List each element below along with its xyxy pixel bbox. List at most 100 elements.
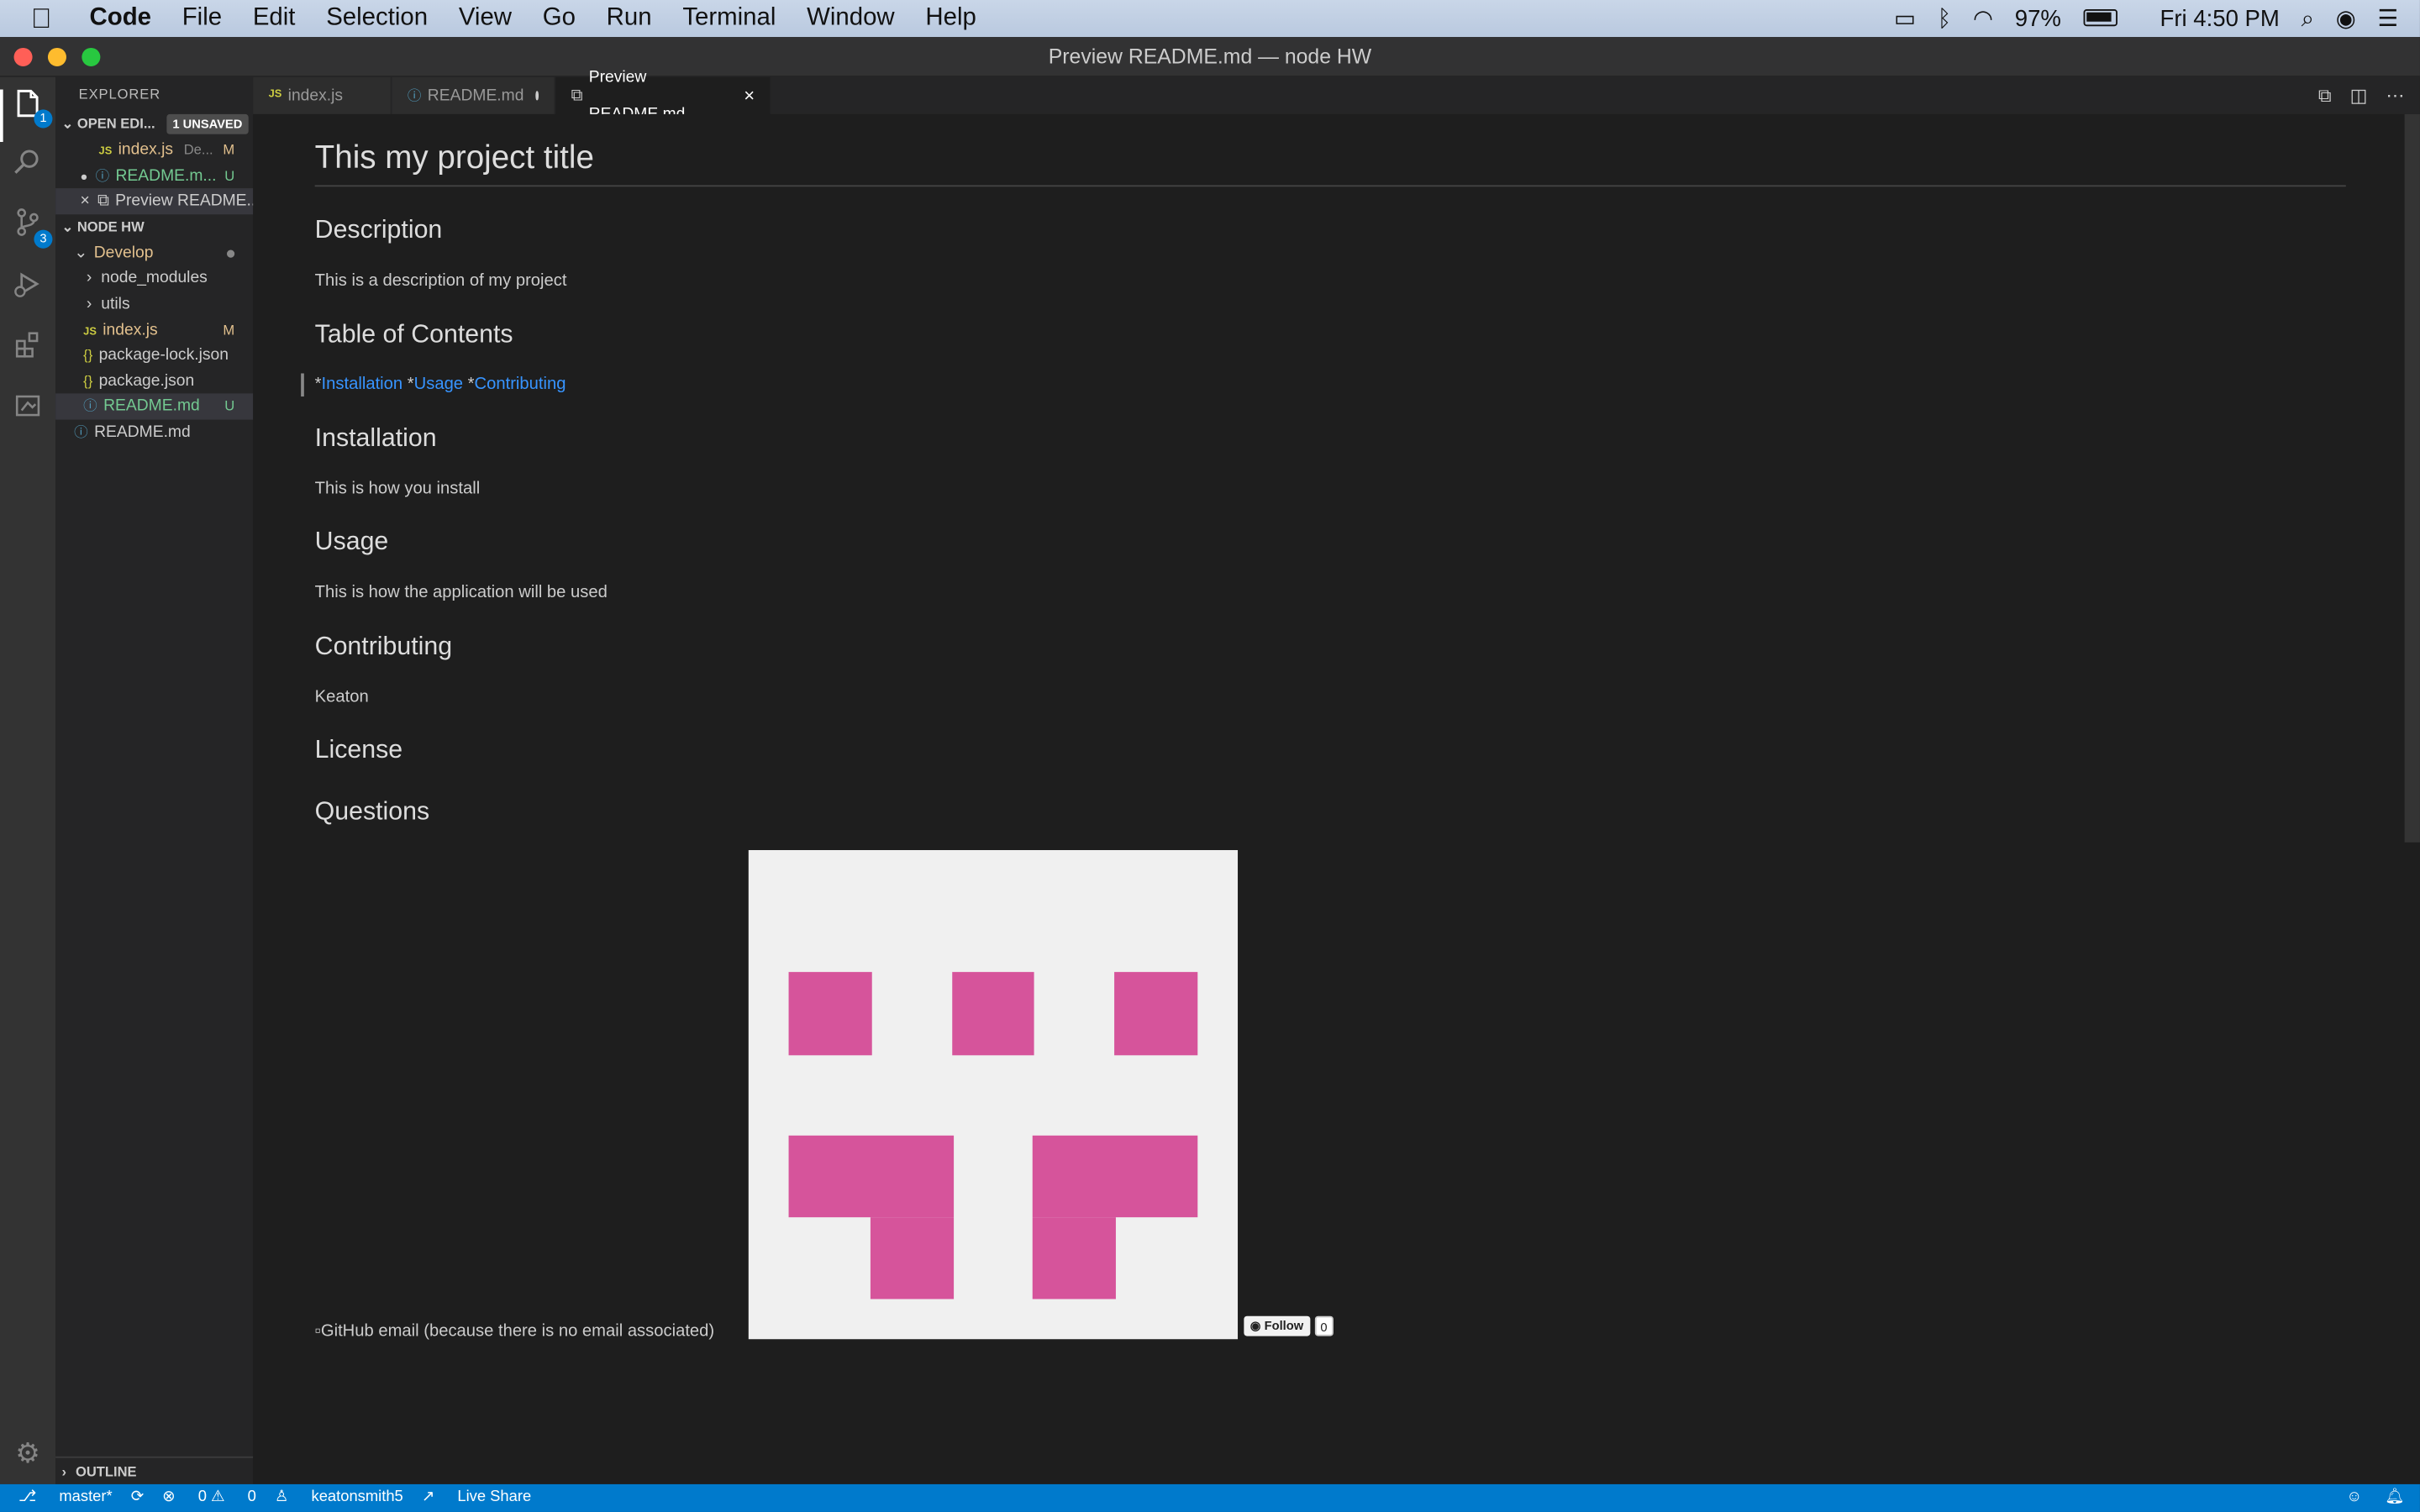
explorer-icon[interactable]: 1 [9, 87, 53, 129]
info-file-icon: ⓘ [407, 87, 422, 104]
menu-terminal[interactable]: Terminal [682, 5, 776, 33]
unsaved-badge: 1 UNSAVED [166, 113, 249, 134]
chevron-down-icon: ⌄ [61, 115, 74, 132]
siri-icon[interactable]: ◉ [2336, 5, 2356, 32]
preview-icon: ⧉ [97, 192, 109, 211]
installation-text: This is how you install [314, 480, 481, 499]
tab-preview-readme[interactable]: ⧉Preview README.md × [555, 68, 772, 123]
tab-index-js[interactable]: JS index.js [253, 76, 392, 114]
notification-center-icon[interactable]: ☰ [2378, 5, 2399, 32]
menu-view[interactable]: View [459, 5, 512, 33]
menu-selection[interactable]: Selection [326, 5, 428, 33]
menu-edit[interactable]: Edit [253, 5, 296, 33]
json-file-icon: {} [83, 373, 93, 389]
menu-help[interactable]: Help [925, 5, 976, 33]
file-index-js[interactable]: JS index.js M [55, 318, 253, 343]
menu-file[interactable]: File [182, 5, 222, 33]
file-name: README.md [103, 396, 200, 416]
heading-usage: Usage [314, 528, 389, 556]
toc-link-contributing[interactable]: Contributing [475, 375, 566, 393]
folder-name: node_modules [101, 269, 208, 288]
file-package-json[interactable]: {} package.json [55, 369, 253, 394]
clock[interactable]: Fri 4:50 PM [2160, 5, 2279, 31]
project-header[interactable]: ⌄ NODE HW [55, 214, 253, 240]
info-file-icon: ⓘ [83, 398, 97, 414]
git-branch[interactable]: ⎇ master* [18, 1484, 113, 1512]
menu-go[interactable]: Go [543, 5, 576, 33]
bluetooth-icon[interactable]: ᛒ [1938, 5, 1952, 31]
file-readme-root[interactable]: ⓘ README.md [55, 419, 253, 444]
window-title-bar: Preview README.md — node HW [0, 37, 2420, 77]
info-file-icon: ⓘ [95, 167, 110, 183]
sync-icon[interactable]: ⟳ [131, 1484, 144, 1512]
apple-icon[interactable]:  [31, 3, 68, 35]
zoom-window-button[interactable] [82, 47, 101, 66]
sidebar-title: EXPLORER [78, 86, 161, 102]
settings-gear-icon[interactable]: ⚙ [9, 1435, 46, 1472]
editor-actions: ⧉ ◫ ⋯ [2300, 77, 2405, 114]
preview-scrollbar[interactable] [2404, 113, 2420, 843]
open-editor-name: Preview README... [115, 192, 254, 211]
toc-link-installation[interactable]: Installation [322, 375, 403, 393]
menu-window[interactable]: Window [807, 5, 895, 33]
project-label: NODE HW [76, 218, 145, 234]
split-editor-icon[interactable]: ◫ [2350, 85, 2368, 107]
follow-button[interactable]: ◉ Follow [1244, 1315, 1310, 1336]
run-debug-icon[interactable] [9, 269, 46, 306]
menu-app-name[interactable]: Code [90, 5, 151, 33]
explorer-sidebar: EXPLORER ⌄ OPEN EDI... 1 UNSAVED JS index.… [55, 76, 254, 1484]
remote-explorer-icon[interactable] [9, 391, 46, 428]
folder-develop[interactable]: ⌄ Develop [55, 240, 253, 265]
more-actions-icon[interactable]: ⋯ [2386, 85, 2405, 107]
open-editor-name: index.js [118, 140, 174, 160]
javascript-file-icon: JS [98, 146, 113, 158]
source-control-icon[interactable]: 3 [9, 207, 53, 249]
heading-questions: Questions [314, 797, 430, 826]
readme-title: This my project title [314, 140, 594, 176]
close-window-button[interactable] [13, 47, 33, 66]
tab-readme[interactable]: ⓘ README.md [392, 76, 556, 114]
file-readme-develop[interactable]: ⓘ README.md U [55, 393, 254, 420]
open-source-icon[interactable]: ⧉ [2318, 84, 2332, 108]
json-file-icon: {} [83, 347, 93, 363]
open-editor-preview-readme[interactable]: × ⧉ Preview README... [55, 188, 254, 214]
open-editor-readme[interactable]: ● ⓘ README.m... U [55, 163, 253, 188]
battery-icon[interactable] [2082, 5, 2139, 31]
extensions-icon[interactable] [9, 328, 46, 365]
menu-run[interactable]: Run [607, 5, 652, 33]
outline-section-header[interactable]: › OUTLINE [55, 1456, 254, 1484]
spotlight-search-icon[interactable]: ⌕ [2302, 5, 2314, 31]
problems-indicator[interactable]: ⊗ 0 ⚠ 0 [162, 1484, 256, 1512]
table-of-contents: *Installation *Usage *Contributing [314, 375, 566, 394]
open-editors-header[interactable]: ⌄ OPEN EDI... 1 UNSAVED [55, 111, 253, 137]
battery-percent[interactable]: 97% [2015, 5, 2061, 31]
follow-label: Follow [1264, 1319, 1304, 1333]
search-icon[interactable] [9, 146, 46, 183]
open-editor-index-js[interactable]: JS index.js De... M [55, 137, 253, 162]
account-indicator[interactable]: ♙ keatonsmith5 [275, 1484, 403, 1512]
file-package-lock-json[interactable]: {} package-lock.json [55, 343, 253, 368]
follower-count: 0 [1314, 1315, 1334, 1336]
folder-node-modules[interactable]: › node_modules [55, 266, 253, 291]
window-title: Preview README.md — node HW [1048, 45, 1372, 68]
title-divider [314, 185, 2346, 187]
wifi-icon[interactable]: ◠ [1973, 5, 1993, 32]
folder-utils[interactable]: › utils [55, 291, 253, 317]
live-share-button[interactable]: ↗ Live Share [422, 1484, 531, 1512]
feedback-icon[interactable]: ☺ [2346, 1488, 2362, 1505]
close-tab-icon[interactable]: × [744, 77, 755, 114]
minimize-window-button[interactable] [47, 47, 66, 66]
error-count: 0 [197, 1488, 207, 1506]
unsaved-dot-icon[interactable] [536, 91, 539, 101]
javascript-file-icon: JS [83, 326, 97, 338]
airplay-icon[interactable]: ▭ [1894, 5, 1916, 32]
unsaved-dot-icon[interactable]: ● [81, 169, 88, 183]
github-follow-widget: ◉ Follow 0 [1244, 1315, 1334, 1336]
folder-name: utils [101, 294, 130, 313]
toc-link-usage[interactable]: Usage [414, 375, 463, 393]
file-name: package.json [98, 371, 195, 391]
notifications-bell-icon[interactable]: 🔔︎ [2385, 1488, 2404, 1505]
git-status-untracked: U [224, 167, 235, 183]
close-icon[interactable]: × [81, 192, 90, 210]
chevron-right-icon: › [86, 269, 92, 288]
